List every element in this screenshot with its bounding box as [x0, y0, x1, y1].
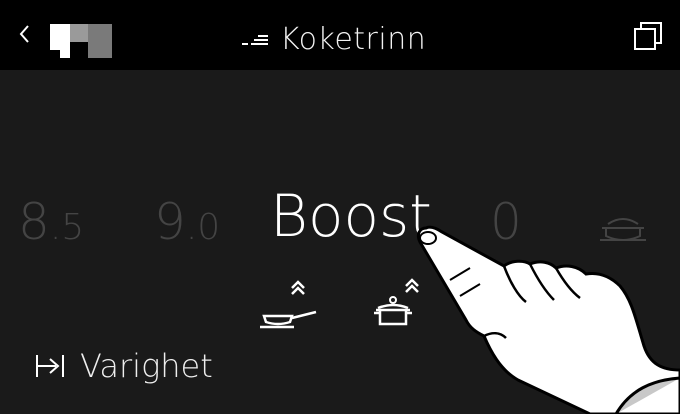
- page-title-group: Koketrinn: [240, 19, 426, 59]
- heat-level-icon: [242, 35, 268, 45]
- top-bar: Koketrinn: [0, 0, 680, 70]
- level-option[interactable]: 8.5: [18, 192, 84, 258]
- timer-end-icon: [36, 355, 64, 377]
- window-copy-icon[interactable]: [632, 20, 664, 52]
- pointing-hand-icon: [416, 225, 680, 414]
- duration-label: Varighet: [80, 347, 213, 385]
- duration-button[interactable]: Varighet: [34, 344, 213, 388]
- chevron-left-icon[interactable]: [16, 18, 34, 50]
- pan-boost-icon[interactable]: [258, 280, 322, 330]
- level-option[interactable]: 9.0: [154, 192, 220, 258]
- page-title: Koketrinn: [280, 21, 427, 57]
- brand-logo: [50, 24, 112, 58]
